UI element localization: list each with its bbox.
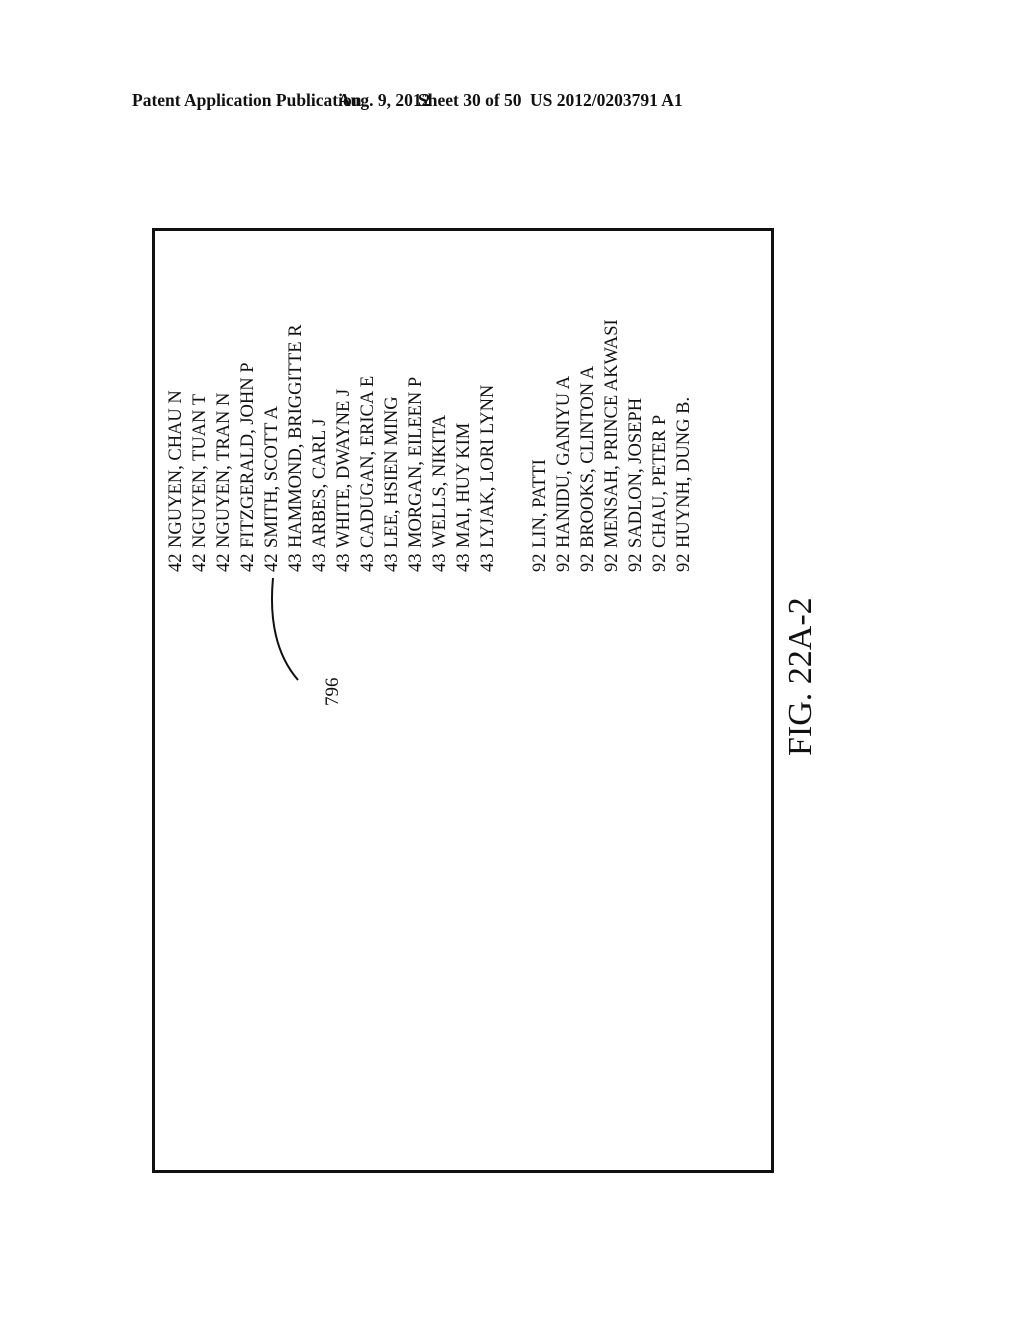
list-item: 42 SMITH, SCOTT A: [262, 406, 282, 572]
reference-numeral: 796: [322, 677, 343, 707]
person-name: BROOKS, CLINTON A: [578, 365, 598, 548]
person-name: NGUYEN, CHAU N: [166, 390, 186, 548]
sheet-number: Sheet 30 of 50: [418, 90, 522, 110]
list-item: 43 MORGAN, EILEEN P: [406, 377, 426, 572]
list-item: 43 MAI, HUY KIM: [454, 423, 474, 572]
group-code: 92: [578, 553, 598, 573]
list-item: 43 WELLS, NIKITA: [430, 415, 450, 572]
person-name: FITZGERALD, JOHN P: [238, 362, 258, 548]
person-name: LYJAK, LORI LYNN: [478, 384, 498, 548]
list-item: 42 FITZGERALD, JOHN P: [238, 362, 258, 572]
person-name: SMITH, SCOTT A: [262, 405, 282, 548]
list-item: 42 NGUYEN, TRAN N: [214, 393, 234, 572]
group-code: 42: [166, 553, 186, 573]
person-name: LIN, PATTI: [530, 459, 550, 548]
list-item: 43 HAMMOND, BRIGGITTE R: [286, 324, 306, 572]
figure-label: FIG. 22A-2: [782, 597, 819, 756]
group-code: 42: [214, 553, 234, 573]
publication-date: Aug. 9, 2012: [338, 90, 431, 110]
group-code: 42: [190, 553, 210, 573]
list-item: 42 NGUYEN, TUAN T: [190, 394, 210, 572]
list-item: 43 ARBES, CARL J: [310, 419, 330, 572]
group-code: 42: [262, 553, 282, 573]
group-code: 43: [358, 553, 378, 573]
person-name: ARBES, CARL J: [310, 418, 330, 548]
list-item: 43 WHITE, DWAYNE J: [334, 389, 354, 572]
person-name: HAMMOND, BRIGGITTE R: [286, 324, 306, 548]
person-name: SADLON, JOSEPH: [626, 397, 646, 548]
group-code: 43: [286, 553, 306, 573]
group-code: 92: [674, 553, 694, 573]
list-item: 92 BROOKS, CLINTON A: [578, 366, 598, 572]
person-name: HUYNH, DUNG B.: [674, 396, 694, 548]
person-name: CHAU, PETER P: [650, 414, 670, 548]
list-item: 42 NGUYEN, CHAU N: [166, 390, 186, 572]
list-item: 43 CADUGAN, ERICA E: [358, 376, 378, 572]
person-name: CADUGAN, ERICA E: [358, 375, 378, 548]
group-code: 92: [626, 553, 646, 573]
group-code: 43: [334, 553, 354, 573]
group-code: 43: [310, 553, 330, 573]
person-name: WELLS, NIKITA: [430, 414, 450, 548]
list-item: 92 CHAU, PETER P: [650, 415, 670, 572]
group-code: 92: [650, 553, 670, 573]
person-name: MAI, HUY KIM: [454, 422, 474, 548]
person-name: NGUYEN, TRAN N: [214, 392, 234, 548]
list-item: 92 MENSAH, PRINCE AKWASI: [602, 319, 622, 572]
person-name: HANIDU, GANIYU A: [554, 375, 574, 548]
group-code: 43: [430, 553, 450, 573]
group-code: 92: [602, 553, 622, 573]
list-item: 43 LEE, HSIEN MING: [382, 396, 402, 572]
publication-type: Patent Application Publication: [132, 90, 362, 110]
group-code: 43: [454, 553, 474, 573]
page-header: Patent Application Publication Aug. 9, 2…: [132, 90, 892, 114]
list-item: 92 LIN, PATTI: [530, 459, 550, 572]
person-name: NGUYEN, TUAN T: [190, 394, 210, 548]
group-code: 92: [554, 553, 574, 573]
group-code: 43: [406, 553, 426, 573]
group-code: 43: [478, 553, 498, 573]
publication-number: US 2012/0203791 A1: [530, 90, 683, 110]
group-code: 92: [530, 553, 550, 573]
person-name: LEE, HSIEN MING: [382, 396, 402, 548]
group-code: 42: [238, 553, 258, 573]
list-item: 92 SADLON, JOSEPH: [626, 398, 646, 572]
person-name: WHITE, DWAYNE J: [334, 388, 354, 548]
list-item: 92 HANIDU, GANIYU A: [554, 376, 574, 572]
group-code: 43: [382, 553, 402, 573]
person-name: MENSAH, PRINCE AKWASI: [602, 319, 622, 548]
person-name: MORGAN, EILEEN P: [406, 376, 426, 548]
list-item: 92 HUYNH, DUNG B.: [674, 397, 694, 572]
list-item: 43 LYJAK, LORI LYNN: [478, 385, 498, 572]
